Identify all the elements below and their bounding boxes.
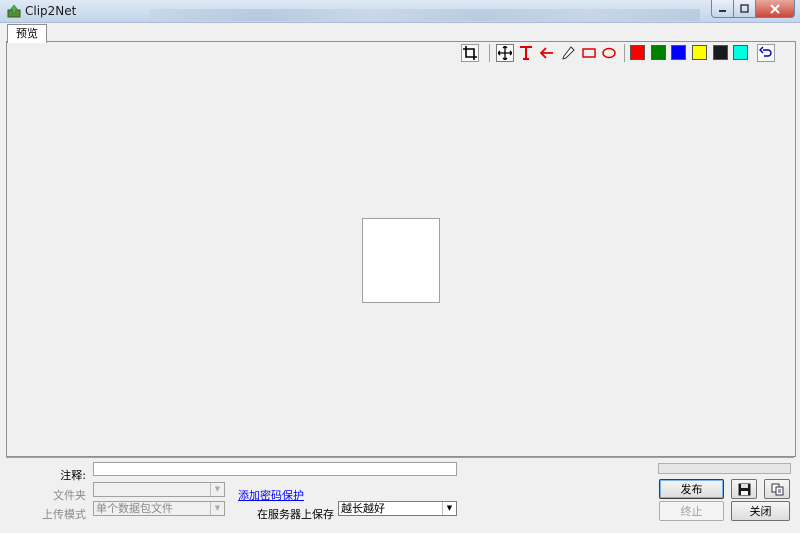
upload-mode-select[interactable]: 单个数据包文件 ▼ xyxy=(93,501,225,516)
color-swatch-red[interactable] xyxy=(630,45,645,60)
color-swatch-yellow[interactable] xyxy=(692,45,707,60)
upload-mode-label: 上传模式 xyxy=(42,508,86,521)
copy-link-button[interactable] xyxy=(764,479,790,499)
stop-button-label: 终止 xyxy=(680,505,703,518)
folder-select[interactable]: ▼ xyxy=(93,482,225,497)
crop-icon xyxy=(463,46,477,60)
text-icon xyxy=(520,46,532,60)
publish-button[interactable]: 发布 xyxy=(659,479,724,499)
pencil-icon xyxy=(562,46,575,60)
stop-button[interactable]: 终止 xyxy=(659,501,724,521)
arrow-icon xyxy=(540,47,553,59)
window-title: Clip2Net xyxy=(25,4,77,18)
undo-icon xyxy=(759,46,772,57)
rectangle-tool-button[interactable] xyxy=(580,44,598,62)
toolbar-separator xyxy=(489,44,490,62)
save-duration-value: 越长越好 xyxy=(341,502,385,515)
arrow-tool-button[interactable] xyxy=(538,44,556,62)
panel-divider xyxy=(6,457,794,458)
save-file-button[interactable] xyxy=(731,479,757,499)
add-password-link[interactable]: 添加密码保护 xyxy=(238,487,304,503)
undo-button[interactable] xyxy=(757,44,775,62)
maximize-icon xyxy=(740,4,749,13)
close-button-label: 关闭 xyxy=(749,505,772,518)
move-icon xyxy=(498,46,512,60)
color-swatch-blue[interactable] xyxy=(671,45,686,60)
screenshot-preview xyxy=(362,218,440,303)
text-tool-button[interactable] xyxy=(517,44,535,62)
minimize-icon xyxy=(719,10,726,12)
title-bar: Clip2Net xyxy=(0,0,800,23)
chevron-down-icon: ▼ xyxy=(210,483,224,496)
app-icon xyxy=(7,4,21,18)
toolbar-separator xyxy=(624,44,625,62)
rectangle-icon xyxy=(582,48,596,58)
pencil-tool-button[interactable] xyxy=(559,44,577,62)
comment-input[interactable] xyxy=(93,462,457,476)
tab-preview-label: 预览 xyxy=(16,27,38,40)
color-swatch-green[interactable] xyxy=(651,45,666,60)
upload-mode-value: 单个数据包文件 xyxy=(96,502,173,515)
floppy-disk-icon xyxy=(738,483,750,495)
maximize-button[interactable] xyxy=(733,0,756,18)
copy-icon xyxy=(771,483,783,495)
chevron-down-icon: ▼ xyxy=(210,502,224,515)
color-swatch-black[interactable] xyxy=(713,45,728,60)
ellipse-tool-button[interactable] xyxy=(600,44,618,62)
upload-progress-bar xyxy=(658,463,791,474)
move-tool-button[interactable] xyxy=(496,44,514,62)
comment-label: 注释: xyxy=(60,469,86,482)
background-blur xyxy=(150,9,700,21)
ellipse-icon xyxy=(602,47,616,59)
close-button[interactable]: 关闭 xyxy=(731,501,790,521)
folder-label: 文件夹 xyxy=(53,489,86,502)
minimize-button[interactable] xyxy=(711,0,734,18)
color-swatch-cyan[interactable] xyxy=(733,45,748,60)
close-window-button[interactable] xyxy=(755,0,795,18)
crop-button[interactable] xyxy=(461,44,479,62)
tab-preview[interactable]: 预览 xyxy=(7,24,47,43)
close-icon xyxy=(770,3,780,14)
publish-button-label: 发布 xyxy=(680,483,703,496)
save-on-server-label: 在服务器上保存 xyxy=(257,508,334,521)
save-duration-select[interactable]: 越长越好 ▼ xyxy=(338,501,457,516)
chevron-down-icon: ▼ xyxy=(442,502,456,515)
